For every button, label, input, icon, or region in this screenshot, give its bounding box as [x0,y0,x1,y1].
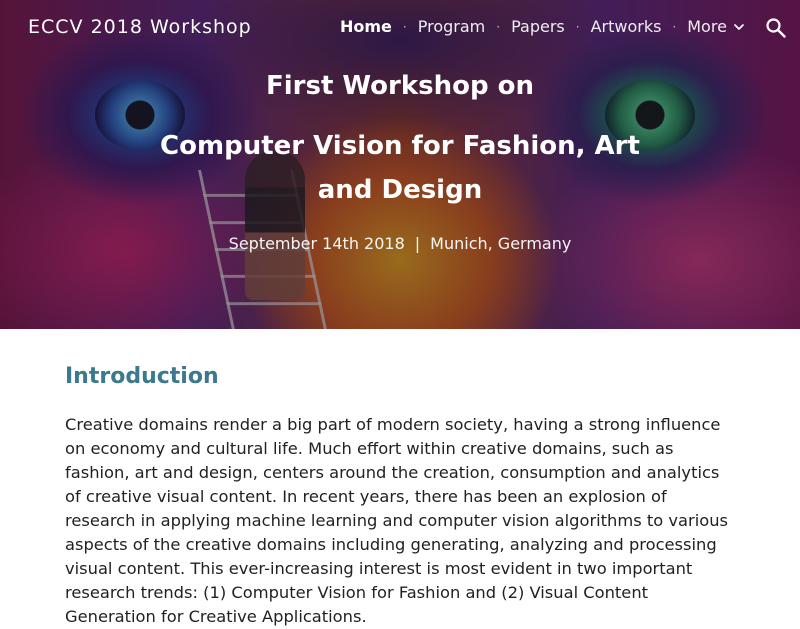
hero-text-block: First Workshop on Computer Vision for Fa… [0,66,800,253]
top-navigation-bar: ECCV 2018 Workshop Home · Program · Pape… [0,0,800,56]
hero-event-meta: September 14th 2018 | Munich, Germany [0,234,800,253]
event-date: September 14th 2018 [228,234,405,253]
nav-separator: · [575,19,580,34]
chevron-down-icon [734,23,744,30]
nav-item-papers[interactable]: Papers [511,17,565,36]
nav-item-more[interactable]: More [687,17,747,36]
site-title-link[interactable]: ECCV 2018 Workshop [28,16,252,38]
main-nav: Home · Program · Papers · Artworks · Mor… [340,17,747,36]
nav-item-home[interactable]: Home [340,17,392,36]
introduction-paragraph: Creative domains render a big part of mo… [65,415,728,626]
hero-title-line2: Computer Vision for Fashion, Art and Des… [160,131,640,205]
nav-item-artworks[interactable]: Artworks [591,17,662,36]
hero-banner: ECCV 2018 Workshop Home · Program · Pape… [0,0,800,329]
search-icon[interactable] [764,16,788,40]
nav-separator: · [672,19,677,34]
nav-separator: · [402,19,407,34]
meta-separator: | [414,234,421,253]
nav-item-more-label: More [687,17,727,36]
nav-separator: · [496,19,501,34]
hero-title-line1: First Workshop on [265,71,535,101]
section-title-introduction: Introduction [65,364,219,389]
nav-item-program[interactable]: Program [418,17,486,36]
main-content: Introduction Creative domains render a b… [65,329,735,629]
event-location: Munich, Germany [430,234,572,253]
